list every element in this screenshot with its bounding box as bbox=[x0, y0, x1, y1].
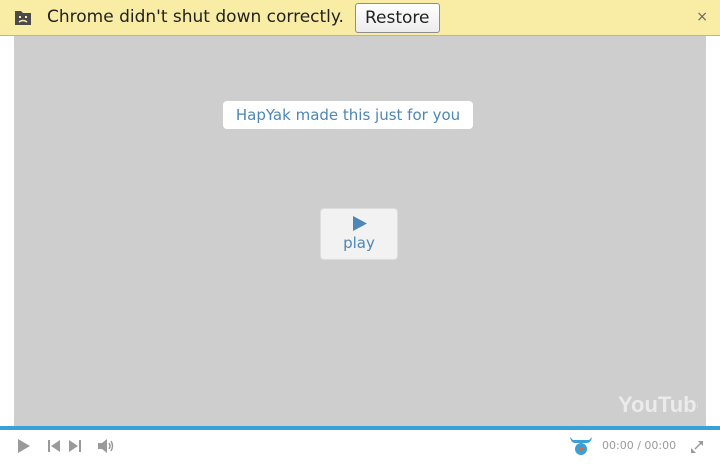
infobar-message: Chrome didn't shut down correctly. bbox=[47, 7, 344, 27]
crashed-page-icon bbox=[14, 10, 32, 26]
play-icon[interactable] bbox=[17, 438, 31, 458]
volume-icon[interactable] bbox=[97, 438, 115, 458]
duration: 00:00 bbox=[644, 439, 677, 452]
control-bar: 00:00 / 00:00 bbox=[0, 430, 720, 464]
crash-infobar: Chrome didn't shut down correctly. Resto… bbox=[0, 0, 720, 36]
youtube-watermark[interactable]: YouTube bbox=[618, 388, 709, 418]
center-play-button[interactable]: play bbox=[320, 208, 398, 260]
next-icon[interactable] bbox=[68, 438, 82, 458]
play-icon bbox=[352, 216, 368, 235]
previous-icon[interactable] bbox=[47, 438, 61, 458]
fullscreen-icon[interactable] bbox=[690, 439, 704, 458]
hapyak-overlay-label[interactable]: HapYak made this just for you bbox=[223, 101, 473, 129]
time-display: 00:00 / 00:00 bbox=[602, 439, 676, 452]
close-icon[interactable]: × bbox=[696, 9, 708, 25]
video-area[interactable]: HapYak made this just for you play YouTu… bbox=[14, 36, 709, 426]
hapyak-logo-icon[interactable] bbox=[569, 436, 593, 460]
current-time: 00:00 bbox=[602, 439, 634, 452]
restore-button[interactable]: Restore bbox=[355, 3, 440, 33]
play-label: play bbox=[343, 234, 375, 252]
time-separator: / bbox=[637, 439, 641, 452]
youtube-watermark-text: YouTube bbox=[618, 392, 698, 417]
